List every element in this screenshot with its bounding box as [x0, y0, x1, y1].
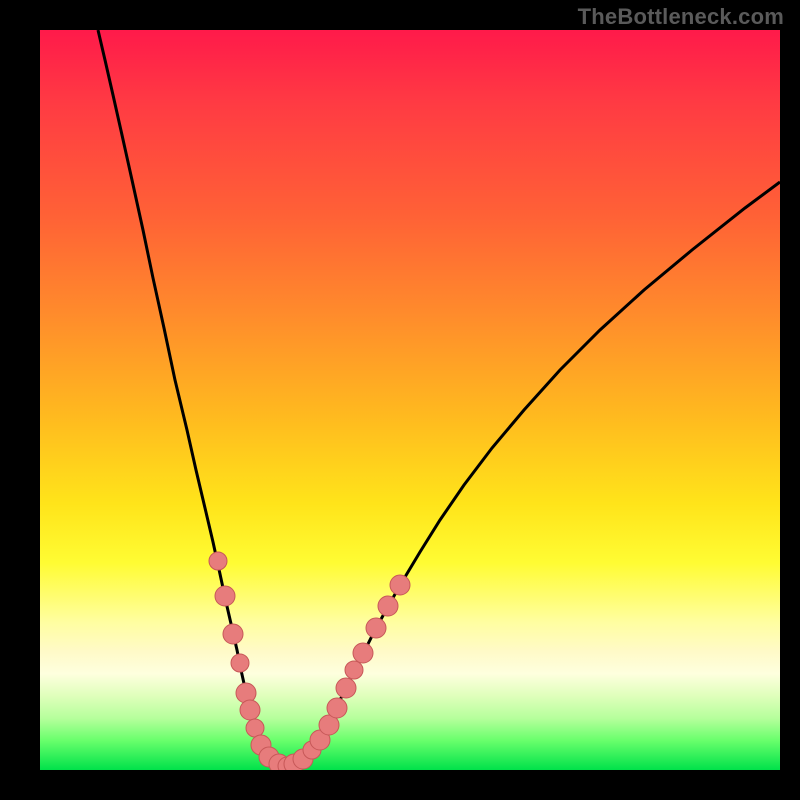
- bottleneck-curve: [98, 30, 780, 766]
- plot-area: [40, 30, 780, 770]
- marker-dot: [366, 618, 386, 638]
- marker-dot: [353, 643, 373, 663]
- marker-dot: [336, 678, 356, 698]
- marker-dot: [327, 698, 347, 718]
- marker-dot: [390, 575, 410, 595]
- marker-dot: [246, 719, 264, 737]
- marker-dot: [378, 596, 398, 616]
- chart-frame: TheBottleneck.com: [0, 0, 800, 800]
- bottleneck-svg: [40, 30, 780, 770]
- marker-dot: [231, 654, 249, 672]
- watermark-text: TheBottleneck.com: [578, 4, 784, 30]
- marker-dot: [345, 661, 363, 679]
- marker-dot: [223, 624, 243, 644]
- marker-dot: [215, 586, 235, 606]
- marker-dot: [240, 700, 260, 720]
- marker-dot: [209, 552, 227, 570]
- markers-group: [209, 552, 410, 770]
